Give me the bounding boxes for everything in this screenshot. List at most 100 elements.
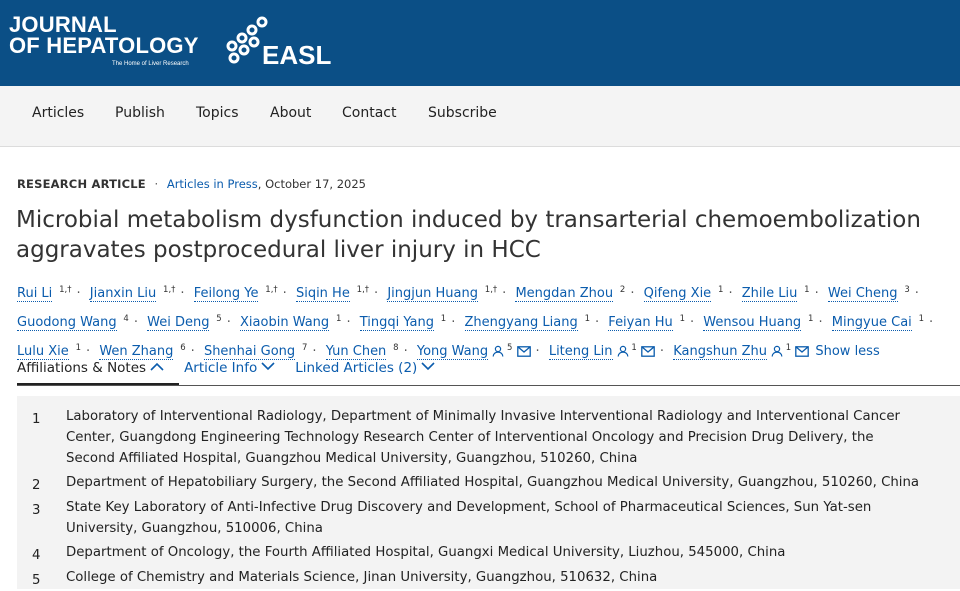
author-name[interactable]: Tingqi Yang bbox=[359, 315, 434, 332]
author-affiliation-sup: 3 bbox=[901, 285, 910, 295]
author-affiliation-sup: 1 bbox=[581, 313, 591, 324]
main-nav: Articles Publish Topics About Contact Su… bbox=[0, 86, 960, 147]
tab-affiliations-notes[interactable]: Affiliations & Notes bbox=[17, 360, 164, 376]
affiliation-line: Center, Guangdong Engineering Technology… bbox=[66, 430, 874, 446]
affiliation-item: 1 Laboratory of Interventional Radiology,… bbox=[17, 406, 960, 470]
author-affiliation-sup: 1,† bbox=[262, 285, 278, 295]
nav-about[interactable]: About bbox=[270, 105, 311, 121]
author-affiliation-sup: 4 bbox=[120, 313, 129, 324]
author-name[interactable]: Mingyue Cai bbox=[831, 315, 912, 332]
author-affiliation-sup: 1 bbox=[915, 313, 925, 324]
author-affiliation-sup: 2 bbox=[617, 285, 626, 295]
author-name[interactable]: Feilong Ye bbox=[193, 286, 259, 303]
show-less-link[interactable]: Show less bbox=[815, 344, 879, 359]
author-separator: · bbox=[86, 343, 91, 359]
nav-subscribe[interactable]: Subscribe bbox=[428, 105, 497, 121]
author-name[interactable]: Mengdan Zhou bbox=[515, 286, 614, 303]
affiliation-line: Department of Oncology, the Fourth Affil… bbox=[66, 545, 786, 560]
author-name[interactable]: Qifeng Xie bbox=[643, 286, 712, 303]
author-affiliation-sup: 1 bbox=[801, 285, 810, 295]
author-name[interactable]: Wen Zhang bbox=[99, 343, 174, 360]
affiliation-line: Second Affiliated Hospital, Guangzhou Me… bbox=[66, 451, 638, 467]
affiliation-text: Laboratory of Interventional Radiology, … bbox=[66, 406, 956, 470]
journal-tagline: The Home of Liver Research bbox=[112, 61, 189, 67]
affiliation-number: 1 bbox=[32, 412, 41, 427]
author-separator: · bbox=[814, 286, 819, 302]
person-icon[interactable] bbox=[617, 345, 629, 357]
site-header: JOURNAL OF HEPATOLOGY The Home of Liver … bbox=[0, 0, 960, 86]
chevron-up-icon bbox=[150, 362, 164, 371]
author-separator: · bbox=[630, 286, 635, 302]
author-affiliation-sup: 1 bbox=[805, 313, 814, 324]
author-name[interactable]: Guodong Wang bbox=[17, 315, 117, 332]
author-affiliation-sup: 7 bbox=[299, 342, 308, 353]
affiliation-text: State Key Laboratory of Anti-Infective D… bbox=[66, 497, 956, 539]
author-name[interactable]: Wei Deng bbox=[147, 315, 210, 332]
author-name[interactable]: Rui Li bbox=[17, 286, 53, 303]
author-name[interactable]: Feiyan Hu bbox=[608, 315, 673, 332]
email-icon[interactable] bbox=[516, 346, 531, 357]
person-icon[interactable] bbox=[492, 345, 504, 357]
author-separator: · bbox=[190, 343, 195, 359]
affiliation-number: 3 bbox=[32, 503, 41, 518]
affiliation-text: College of Chemistry and Materials Scien… bbox=[66, 567, 956, 588]
author-name[interactable]: Wensou Huang bbox=[703, 315, 802, 332]
author-affiliation-sup: 6 bbox=[177, 342, 186, 353]
affiliation-text: Department of Hepatobiliary Surgery, the… bbox=[66, 472, 956, 493]
nav-publish[interactable]: Publish bbox=[115, 105, 165, 121]
nav-contact[interactable]: Contact bbox=[342, 105, 396, 121]
author-name[interactable]: Jingjun Huang bbox=[387, 286, 478, 303]
affiliation-line: College of Chemistry and Materials Scien… bbox=[66, 570, 658, 585]
email-icon[interactable] bbox=[795, 346, 810, 357]
author-separator: · bbox=[451, 315, 456, 331]
author-separator: · bbox=[818, 315, 823, 331]
author-separator: · bbox=[374, 286, 379, 302]
author-affiliation-sup: 1 bbox=[72, 342, 82, 353]
author-name[interactable]: Siqin He bbox=[295, 286, 350, 303]
author-name[interactable]: Yun Chen bbox=[325, 343, 387, 360]
affiliation-line: Department of Hepatobiliary Surgery, the… bbox=[66, 475, 920, 490]
author-separator: · bbox=[914, 286, 919, 302]
author-name[interactable]: Yong Wang bbox=[416, 343, 489, 360]
author-separator: · bbox=[76, 286, 81, 302]
journal-of-hepatology-logo[interactable]: JOURNAL OF HEPATOLOGY bbox=[9, 14, 199, 57]
author-separator: · bbox=[180, 286, 185, 302]
author-name[interactable]: Jianxin Liu bbox=[89, 286, 157, 303]
author-separator: · bbox=[403, 343, 408, 359]
tab-label: Linked Articles (2) bbox=[295, 360, 418, 376]
author-affiliation-sup: 8 bbox=[390, 342, 399, 353]
nav-topics[interactable]: Topics bbox=[196, 105, 239, 121]
meta-separator: · bbox=[154, 177, 159, 191]
author-affiliation-sup: 1,† bbox=[353, 285, 370, 295]
author-affiliation-sup: 1 bbox=[676, 313, 685, 324]
author-name[interactable]: Kangshun Zhu bbox=[673, 343, 767, 360]
email-icon[interactable] bbox=[641, 346, 655, 357]
affiliation-item: 3 State Key Laboratory of Anti-Infective … bbox=[17, 497, 960, 539]
tab-linked-articles-2[interactable]: Linked Articles (2) bbox=[295, 360, 435, 376]
author-affiliation-sup: 1,† bbox=[482, 285, 498, 295]
author-list: Rui Li 1,† · Jianxin Liu 1,† · Feilong Ye … bbox=[17, 278, 947, 364]
chevron-down-icon bbox=[421, 362, 435, 371]
author-affiliation-sup: 1 bbox=[438, 313, 447, 324]
affiliation-number: 4 bbox=[32, 548, 41, 563]
tab-label: Affiliations & Notes bbox=[17, 360, 147, 376]
author-name[interactable]: Zhile Liu bbox=[741, 286, 798, 303]
nav-articles[interactable]: Articles bbox=[32, 105, 84, 121]
author-name[interactable]: Zhengyang Liang bbox=[464, 315, 578, 332]
author-name[interactable]: Shenhai Gong bbox=[203, 343, 296, 360]
author-separator: · bbox=[728, 286, 733, 302]
author-name[interactable]: Xiaobin Wang bbox=[240, 315, 330, 332]
author-name[interactable]: Lulu Xie bbox=[17, 343, 69, 360]
author-name[interactable]: Liteng Lin bbox=[548, 343, 613, 360]
author-separator: · bbox=[226, 315, 231, 331]
affiliation-item: 4 Department of Oncology, the Fourth Affi… bbox=[17, 542, 960, 563]
affiliations-panel: 1 Laboratory of Interventional Radiology,… bbox=[17, 396, 960, 589]
author-affiliation-sup: 5 bbox=[504, 342, 513, 353]
author-affiliation-sup: 1 bbox=[628, 342, 637, 353]
author-name[interactable]: Wei Cheng bbox=[827, 286, 898, 303]
author-affiliation-sup: 5 bbox=[213, 313, 222, 324]
articles-in-press-link[interactable]: Articles in Press bbox=[167, 177, 258, 191]
person-icon[interactable] bbox=[771, 345, 783, 357]
tab-article-info[interactable]: Article Info bbox=[184, 360, 275, 376]
easl-logo-text[interactable]: EASL bbox=[262, 42, 331, 68]
